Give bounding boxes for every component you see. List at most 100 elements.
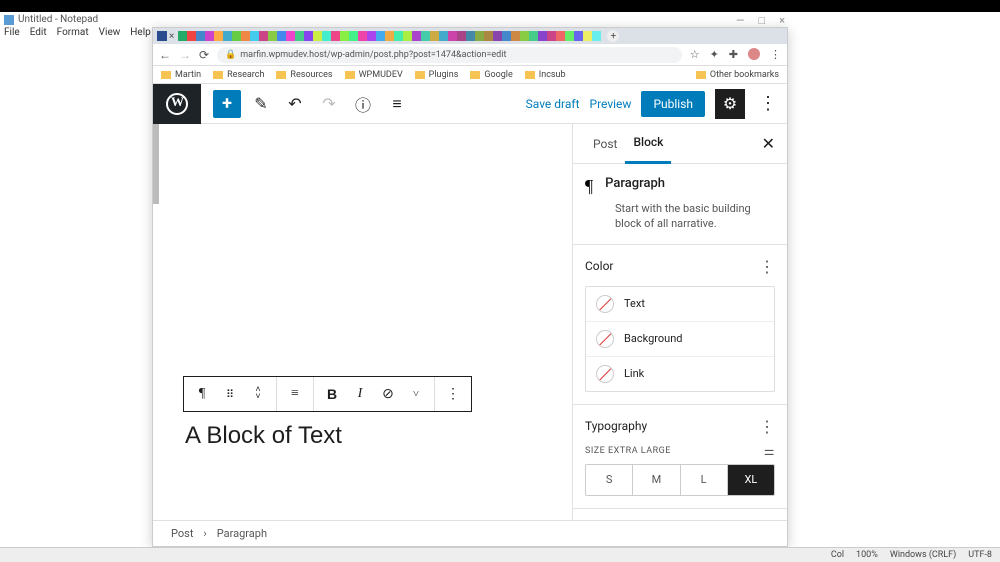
browser-tab[interactable] [430, 31, 439, 41]
bookmark-google[interactable]: Google [470, 70, 512, 80]
breadcrumb-post[interactable]: Post [171, 527, 193, 540]
outline-button[interactable]: ≡ [383, 90, 411, 118]
bookmark-incsub[interactable]: Incsub [525, 70, 566, 80]
active-tab-icon[interactable] [157, 31, 167, 41]
browser-tab[interactable] [520, 31, 529, 41]
bookmark-star-icon[interactable]: ☆ [690, 48, 700, 61]
size-settings-icon[interactable]: ⚌ [764, 444, 775, 458]
browser-tab[interactable] [484, 31, 493, 41]
redo-button[interactable]: ↷ [315, 90, 343, 118]
browser-tab[interactable] [439, 31, 448, 41]
browser-tab[interactable] [493, 31, 502, 41]
breadcrumb-block[interactable]: Paragraph [217, 527, 267, 540]
nav-forward-button[interactable]: → [179, 48, 191, 62]
menu-view[interactable]: View [99, 27, 121, 40]
add-block-button[interactable]: + [213, 90, 241, 118]
link-button[interactable]: ⊘ [374, 377, 402, 411]
preview-button[interactable]: Preview [590, 97, 632, 111]
browser-tab[interactable] [295, 31, 304, 41]
window-close[interactable]: × [779, 14, 785, 27]
browser-tab[interactable] [376, 31, 385, 41]
browser-tab[interactable] [223, 31, 232, 41]
toolbar-more-button[interactable]: ⋮ [439, 377, 467, 411]
size-m-button[interactable]: M [633, 465, 680, 495]
browser-tab[interactable] [214, 31, 223, 41]
browser-tab[interactable] [394, 31, 403, 41]
undo-button[interactable]: ↶ [281, 90, 309, 118]
browser-tab[interactable] [403, 31, 412, 41]
browser-tab[interactable] [367, 31, 376, 41]
browser-tab[interactable] [529, 31, 538, 41]
menu-format[interactable]: Format [57, 27, 89, 40]
browser-tab[interactable] [475, 31, 484, 41]
typography-panel-more[interactable]: ⋮ [759, 417, 775, 436]
browser-tab[interactable] [547, 31, 556, 41]
browser-tab[interactable] [232, 31, 241, 41]
extensions-puzzle-icon[interactable]: ✚ [729, 48, 738, 61]
menu-file[interactable]: File [4, 27, 20, 40]
browser-tab[interactable] [358, 31, 367, 41]
browser-tab[interactable] [268, 31, 277, 41]
browser-tab[interactable] [340, 31, 349, 41]
browser-tab[interactable] [421, 31, 430, 41]
browser-tab[interactable] [466, 31, 475, 41]
settings-button[interactable]: ⚙ [715, 89, 745, 119]
color-panel-more[interactable]: ⋮ [759, 257, 775, 276]
browser-tab[interactable] [178, 31, 187, 41]
browser-tab[interactable] [241, 31, 250, 41]
size-s-button[interactable]: S [586, 465, 633, 495]
menu-help[interactable]: Help [130, 27, 150, 40]
block-type-button[interactable]: ¶ [188, 377, 216, 411]
save-draft-button[interactable]: Save draft [526, 97, 580, 111]
paragraph-block[interactable]: A Block of Text [185, 422, 342, 450]
browser-tab[interactable] [502, 31, 511, 41]
browser-tab[interactable] [286, 31, 295, 41]
editor-canvas[interactable]: ¶ ⠿ ˄˅ ≡ B I ⊘ ˅ [153, 124, 572, 520]
browser-tab[interactable] [196, 31, 205, 41]
browser-tab[interactable] [277, 31, 286, 41]
bookmark-martin[interactable]: Martin [161, 70, 201, 80]
format-more-button[interactable]: ˅ [402, 377, 430, 411]
wp-logo[interactable] [153, 84, 201, 124]
header-more-button[interactable]: ⋮ [755, 93, 781, 114]
browser-tab[interactable] [259, 31, 268, 41]
window-maximize[interactable]: □ [758, 14, 765, 27]
menu-edit[interactable]: Edit [30, 27, 47, 40]
drag-handle[interactable]: ⠿ [216, 377, 244, 411]
browser-menu-icon[interactable]: ⋮ [770, 48, 781, 61]
browser-tab[interactable] [304, 31, 313, 41]
bold-button[interactable]: B [318, 377, 346, 411]
window-minimize[interactable]: — [736, 14, 745, 27]
browser-tab[interactable] [349, 31, 358, 41]
new-tab-button[interactable]: + [607, 30, 619, 42]
sidebar-close-button[interactable]: ✕ [762, 134, 775, 153]
publish-button[interactable]: Publish [641, 91, 705, 117]
browser-tab[interactable] [592, 31, 601, 41]
extension-icon[interactable]: ✦ [710, 48, 719, 61]
color-link-button[interactable]: Link [586, 357, 774, 391]
move-updown-button[interactable]: ˄˅ [244, 377, 272, 411]
browser-tab[interactable] [205, 31, 214, 41]
browser-tab[interactable] [448, 31, 457, 41]
browser-tab[interactable] [322, 31, 331, 41]
tab-block[interactable]: Block [625, 124, 671, 164]
browser-tab[interactable] [565, 31, 574, 41]
color-text-button[interactable]: Text [586, 287, 774, 322]
bookmark-plugins[interactable]: Plugins [415, 70, 459, 80]
size-xl-button[interactable]: XL [728, 465, 774, 495]
browser-tab[interactable] [331, 31, 340, 41]
size-l-button[interactable]: L [681, 465, 728, 495]
bookmark-resources[interactable]: Resources [276, 70, 332, 80]
browser-tab[interactable] [556, 31, 565, 41]
browser-tab[interactable] [538, 31, 547, 41]
browser-tab[interactable] [313, 31, 322, 41]
edit-mode-button[interactable]: ✎ [247, 90, 275, 118]
bookmark-wpmudev[interactable]: WPMUDEV [345, 70, 403, 80]
color-background-button[interactable]: Background [586, 322, 774, 357]
nav-reload-button[interactable]: ⟳ [199, 48, 209, 62]
profile-avatar[interactable] [748, 48, 760, 60]
align-button[interactable]: ≡ [281, 377, 309, 411]
italic-button[interactable]: I [346, 377, 374, 411]
browser-tab[interactable] [511, 31, 520, 41]
bookmark-other[interactable]: Other bookmarks [696, 70, 779, 80]
